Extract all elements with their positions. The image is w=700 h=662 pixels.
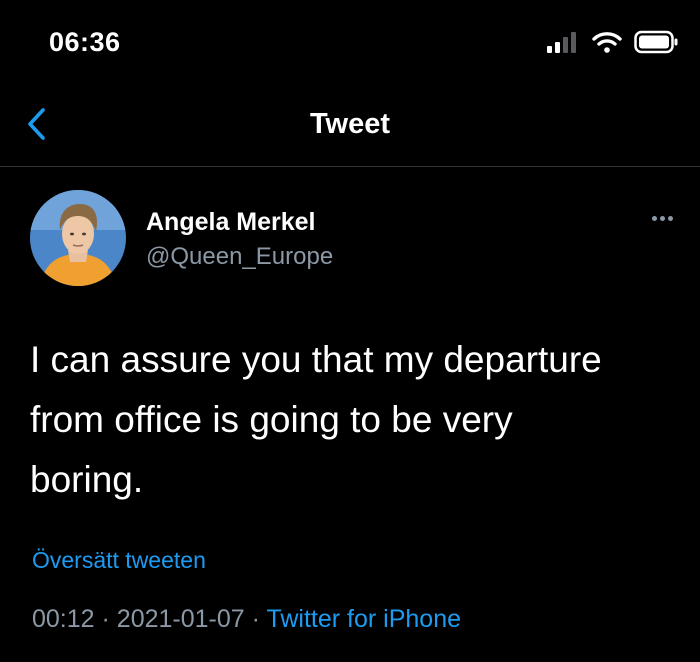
tweet-text-line: boring. (30, 459, 144, 500)
translate-tweet-link[interactable]: Översätt tweeten (32, 547, 206, 574)
nav-bar: Tweet (0, 90, 700, 167)
more-dot (651, 215, 657, 221)
more-dot (667, 215, 673, 221)
cellular-signal-icon (546, 31, 580, 58)
meta-separator: · (251, 605, 260, 633)
status-time: 06:36 (49, 27, 121, 57)
tweet-text-line: from office is going to be very (30, 399, 513, 440)
tweet-text-line: I can assure you that my departure (30, 339, 602, 380)
tweet-meta: 00:12 · 2021-01-07 · Twitter for iPhone (32, 605, 461, 634)
author-name[interactable]: Angela Merkel (146, 208, 316, 237)
battery-icon (634, 30, 678, 59)
tweet-time: 00:12 (32, 605, 95, 633)
meta-separator: · (101, 605, 110, 633)
wifi-icon (592, 31, 622, 58)
tweet-text: I can assure you that my departure from … (30, 330, 670, 510)
status-icons (546, 30, 678, 59)
more-options-button[interactable] (644, 208, 680, 228)
avatar[interactable] (30, 190, 126, 286)
tweet-source-link[interactable]: Twitter for iPhone (266, 605, 461, 633)
tweet-date: 2021-01-07 (116, 605, 245, 633)
tweet-author: Angela Merkel @Queen_Europe (30, 190, 680, 290)
status-bar: 06:36 (0, 0, 700, 90)
author-handle[interactable]: @Queen_Europe (146, 243, 333, 271)
page-title: Tweet (309, 108, 391, 140)
more-dot (659, 215, 665, 221)
